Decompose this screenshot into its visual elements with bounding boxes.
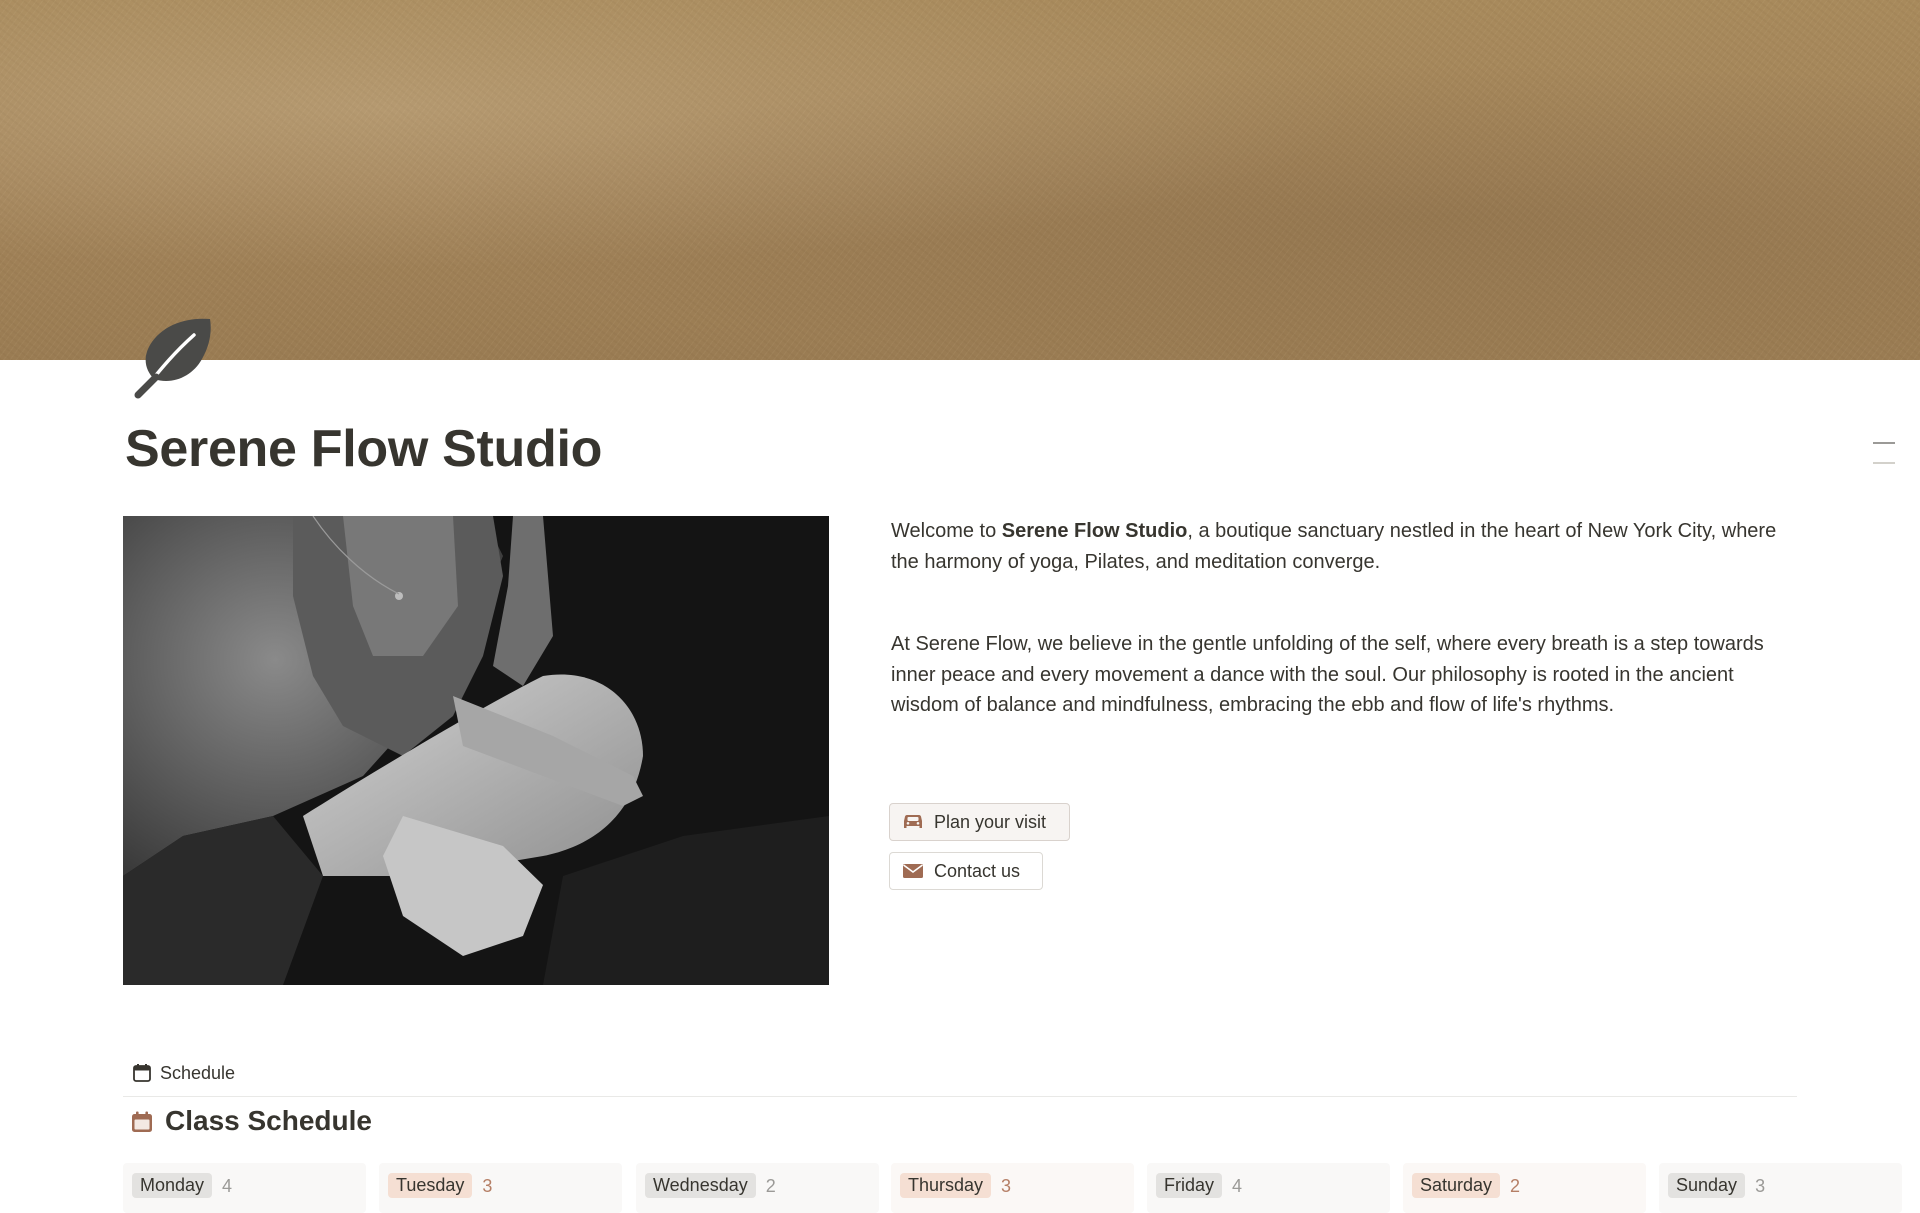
group-count: 3 xyxy=(1001,1175,1012,1196)
group-count: 2 xyxy=(765,1175,776,1196)
board-group-sunday[interactable]: Sunday 3 xyxy=(1659,1163,1902,1213)
contact-us-button[interactable]: Contact us xyxy=(889,852,1043,890)
intro-paragraph-1: Welcome to Serene Flow Studio, a boutiqu… xyxy=(891,520,1777,573)
table-of-contents-toggle[interactable] xyxy=(1873,440,1895,466)
contact-us-label: Contact us xyxy=(934,860,1021,881)
group-count: 2 xyxy=(1510,1175,1521,1196)
group-label: Wednesday xyxy=(645,1173,756,1198)
group-count: 3 xyxy=(482,1175,493,1196)
leaf-icon[interactable] xyxy=(132,315,216,399)
group-label: Sunday xyxy=(1668,1173,1746,1198)
group-label: Tuesday xyxy=(388,1173,473,1198)
board-group-wednesday[interactable]: Wednesday 2 xyxy=(636,1163,879,1213)
group-label: Monday xyxy=(132,1173,213,1198)
board-group-friday[interactable]: Friday 4 xyxy=(1147,1163,1390,1213)
page-title[interactable]: Serene Flow Studio xyxy=(125,418,602,480)
group-count: 3 xyxy=(1755,1175,1766,1196)
intro-paragraph-2: At Serene Flow, we believe in the gentle… xyxy=(891,633,1764,716)
studio-name: Serene Flow Studio xyxy=(1001,520,1188,542)
plan-your-visit-button[interactable]: Plan your visit xyxy=(889,803,1070,841)
board-group-monday[interactable]: Monday 4 xyxy=(123,1163,366,1213)
group-count: 4 xyxy=(1232,1175,1243,1196)
envelope-icon xyxy=(902,860,924,882)
board-group-saturday[interactable]: Saturday 2 xyxy=(1403,1163,1646,1213)
group-label: Thursday xyxy=(900,1173,992,1198)
group-count: 4 xyxy=(222,1175,233,1196)
database-title[interactable]: Class Schedule xyxy=(130,1105,372,1137)
page-cover[interactable] xyxy=(0,0,1920,360)
hero-photo[interactable] xyxy=(123,516,829,985)
calendar-icon xyxy=(132,1063,152,1083)
intro-text: Welcome to Serene Flow Studio, a boutiqu… xyxy=(891,516,1791,721)
car-icon xyxy=(902,811,924,833)
board-group-tuesday[interactable]: Tuesday 3 xyxy=(379,1163,622,1213)
board-group-thursday[interactable]: Thursday 3 xyxy=(891,1163,1134,1213)
plan-your-visit-label: Plan your visit xyxy=(934,811,1047,832)
group-label: Saturday xyxy=(1412,1173,1501,1198)
calendar-icon xyxy=(130,1109,154,1133)
tab-schedule-label: Schedule xyxy=(160,1062,236,1083)
group-label: Friday xyxy=(1156,1173,1223,1198)
tab-schedule[interactable]: Schedule xyxy=(132,1058,235,1088)
database-view-tabs: Schedule xyxy=(123,1054,1797,1097)
database-title-label: Class Schedule xyxy=(165,1105,372,1136)
